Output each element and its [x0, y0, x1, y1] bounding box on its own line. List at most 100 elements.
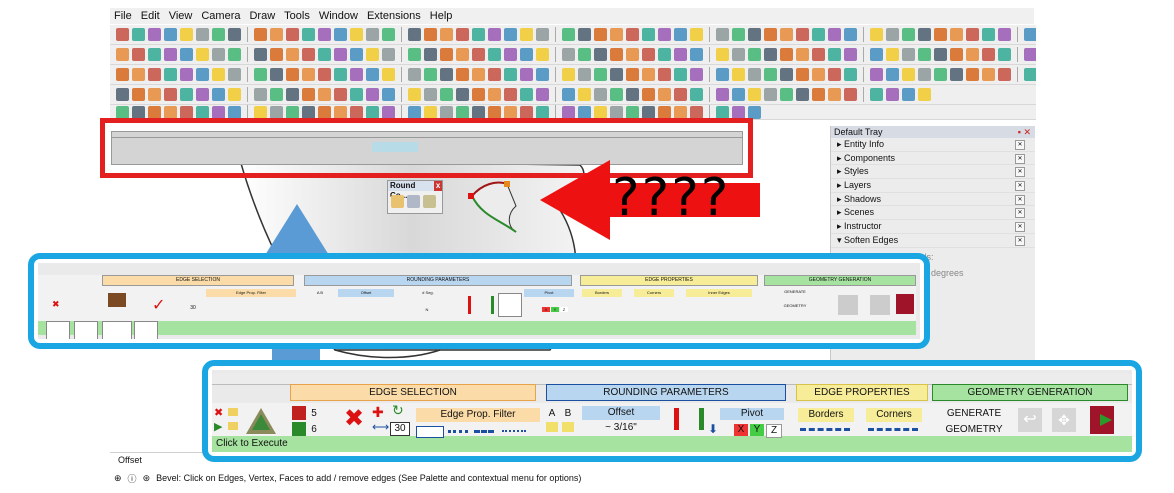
toolbar-tool-icon[interactable]: [116, 28, 129, 41]
toolbar-tool-icon[interactable]: [886, 88, 899, 101]
toolbar-tool-icon[interactable]: [748, 28, 761, 41]
toolbar-tool-icon[interactable]: [334, 48, 347, 61]
toolbar-tool-icon[interactable]: [488, 28, 501, 41]
face-select-icon[interactable]: [228, 422, 238, 430]
toolbar-tool-icon[interactable]: [148, 28, 161, 41]
toolbar-tool-icon[interactable]: [578, 88, 591, 101]
toolbar-tool-icon[interactable]: [716, 88, 729, 101]
toolbar-tool-icon[interactable]: [212, 48, 225, 61]
toolbar-tool-icon[interactable]: [562, 48, 575, 61]
toolbar-tool-icon[interactable]: [844, 68, 857, 81]
toolbar-tool-icon[interactable]: [212, 68, 225, 81]
toolbar-tool-icon[interactable]: [626, 105, 639, 119]
toolbar-tool-icon[interactable]: [456, 105, 469, 119]
pivot-z[interactable]: Z: [766, 424, 782, 438]
toolbar-tool-icon[interactable]: [408, 48, 421, 61]
menu-camera[interactable]: Camera: [201, 10, 240, 22]
toolbar-tool-icon[interactable]: [302, 68, 315, 81]
add-edge-icon[interactable]: ▶: [214, 420, 222, 433]
seg-down-icon[interactable]: [292, 422, 306, 436]
toolbar-tool-icon[interactable]: [254, 105, 267, 119]
toolbar-tool-icon[interactable]: [748, 48, 761, 61]
toolbar-tool-icon[interactable]: [504, 28, 517, 41]
small-pivot-y[interactable]: Y: [551, 307, 559, 312]
toolbar-tool-icon[interactable]: [578, 105, 591, 119]
offset-value[interactable]: ~ 3/16": [582, 422, 660, 433]
toolbar-tool-icon[interactable]: [828, 28, 841, 41]
b-label[interactable]: B: [562, 408, 574, 419]
close-icon[interactable]: ▪ ✕: [1018, 126, 1031, 138]
toolbar-tool-icon[interactable]: [578, 28, 591, 41]
toolbar-tool-icon[interactable]: [610, 68, 623, 81]
toolbar-tool-icon[interactable]: [440, 88, 453, 101]
toolbar-tool-icon[interactable]: [334, 28, 347, 41]
small-pivot-z[interactable]: Z: [560, 307, 568, 312]
toolbar-tool-icon[interactable]: [594, 88, 607, 101]
toolbar-tool-icon[interactable]: [950, 48, 963, 61]
toolbar-tool-icon[interactable]: [732, 105, 745, 119]
small-pivot-x[interactable]: X: [542, 307, 550, 312]
small-corners[interactable]: Corners: [634, 289, 674, 297]
toolbar-tool-icon[interactable]: [998, 68, 1011, 81]
toolbar-tool-icon[interactable]: [180, 28, 193, 41]
toolbar-tool-icon[interactable]: [196, 105, 209, 119]
toolbar-tool-icon[interactable]: [536, 88, 549, 101]
toolbar-tool-icon[interactable]: [918, 28, 931, 41]
toolbar-tool-icon[interactable]: [610, 105, 623, 119]
user-icon[interactable]: ⊛: [143, 473, 151, 484]
toolbar-tool-icon[interactable]: [408, 88, 421, 101]
toolbar-tool-icon[interactable]: [610, 28, 623, 41]
small-offset[interactable]: Offset: [338, 289, 394, 297]
toolbar-tool-icon[interactable]: [610, 88, 623, 101]
toolbar-tool-icon[interactable]: [456, 88, 469, 101]
toolbar-tool-icon[interactable]: [520, 28, 533, 41]
small-bars-icon[interactable]: [468, 296, 494, 314]
toolbar-tool-icon[interactable]: [350, 48, 363, 61]
toolbar-tool-icon[interactable]: [350, 88, 363, 101]
toolbar-tool-icon[interactable]: [116, 68, 129, 81]
toolbar-tool-icon[interactable]: [286, 48, 299, 61]
toolbar-tool-icon[interactable]: [642, 28, 655, 41]
toolbar-tool-icon[interactable]: [520, 88, 533, 101]
toolbar-tool-icon[interactable]: [488, 105, 501, 119]
toolbar-tool-icon[interactable]: [886, 28, 899, 41]
toolbar-tool-icon[interactable]: [286, 68, 299, 81]
toolbar-tool-icon[interactable]: [998, 28, 1011, 41]
toolbar-tool-icon[interactable]: [674, 68, 687, 81]
toolbar-tool-icon[interactable]: [536, 68, 549, 81]
toolbar-tool-icon[interactable]: [254, 48, 267, 61]
toolbar-tool-icon[interactable]: [796, 68, 809, 81]
toolbar-tool-icon[interactable]: [674, 88, 687, 101]
toolbar-tool-icon[interactable]: [536, 105, 549, 119]
toolbar-tool-icon[interactable]: [254, 68, 267, 81]
toolbar-tool-icon[interactable]: [520, 105, 533, 119]
small-seg-value[interactable]: 30: [186, 305, 200, 311]
toolbar-tool-icon[interactable]: [902, 68, 915, 81]
toolbar-tool-icon[interactable]: [966, 48, 979, 61]
toolbar-tool-icon[interactable]: [950, 68, 963, 81]
toolbar-tool-icon[interactable]: [902, 48, 915, 61]
tray-item-scenes[interactable]: ▸ Scenes ✕: [831, 206, 1035, 221]
menu-window[interactable]: Window: [319, 10, 358, 22]
toolbar-tool-icon[interactable]: [318, 88, 331, 101]
toolbar-tool-icon[interactable]: [966, 68, 979, 81]
toolbar-tool-icon[interactable]: [302, 105, 315, 119]
toolbar-tool-icon[interactable]: [812, 28, 825, 41]
tray-item-entity-info[interactable]: ▸ Entity Info ✕: [831, 138, 1035, 152]
toolbar-tool-icon[interactable]: [148, 68, 161, 81]
small-bottom-icon-1[interactable]: [46, 321, 70, 339]
toolbar-tool-icon[interactable]: [536, 48, 549, 61]
toolbar-tool-icon[interactable]: [196, 28, 209, 41]
toolbar-tool-icon[interactable]: [918, 88, 931, 101]
corners-label[interactable]: Corners: [866, 408, 922, 422]
toolbar-tool-icon[interactable]: [408, 28, 421, 41]
toolbar-tool-icon[interactable]: [254, 28, 267, 41]
toolbar-tool-icon[interactable]: [950, 28, 963, 41]
toolbar-tool-icon[interactable]: [148, 105, 161, 119]
pivot-y[interactable]: Y: [750, 424, 764, 436]
seg-up-icon[interactable]: [292, 406, 306, 420]
toolbar-tool-icon[interactable]: [982, 48, 995, 61]
toolbar-tool-icon[interactable]: [748, 68, 761, 81]
toolbar-tool-icon[interactable]: [270, 48, 283, 61]
vertex-select-icon[interactable]: [228, 408, 238, 416]
